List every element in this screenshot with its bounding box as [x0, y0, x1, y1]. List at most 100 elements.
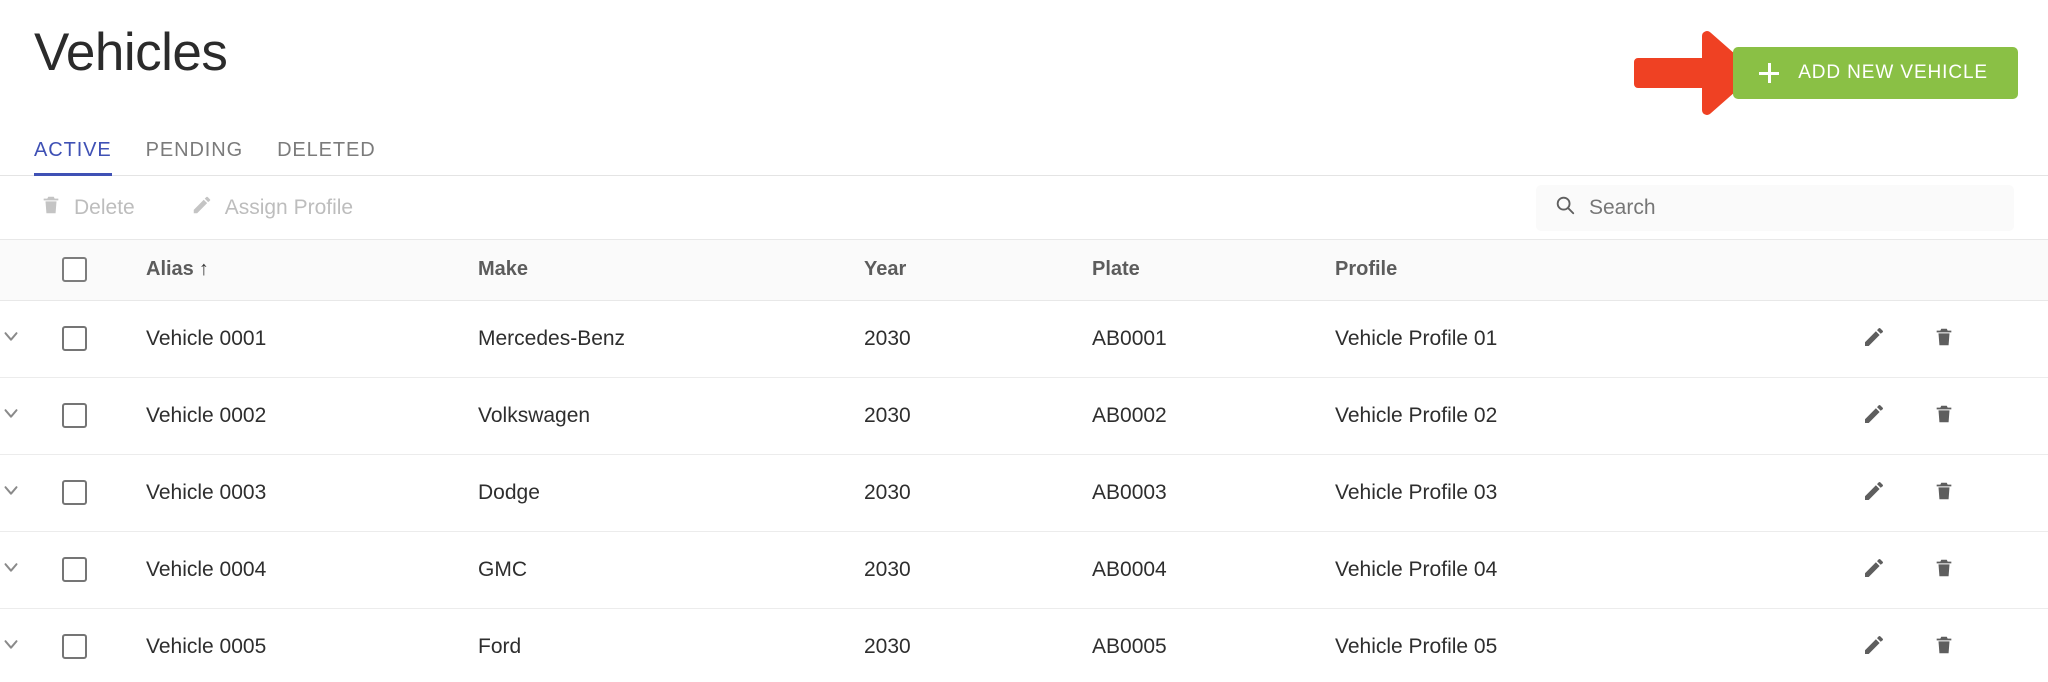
bulk-delete-button[interactable]: Delete — [34, 193, 141, 223]
cell-actions — [1830, 300, 2048, 378]
search-box[interactable] — [1536, 184, 2014, 231]
row-select-cell[interactable] — [62, 608, 146, 682]
header-year-label: Year — [864, 258, 907, 281]
page-header: Vehicles ADD NEW VEHICLE — [0, 0, 2048, 126]
cell-alias: Vehicle 0005 — [146, 608, 478, 682]
header-profile[interactable]: Profile — [1335, 240, 1830, 301]
cell-profile: Vehicle Profile 02 — [1335, 377, 1830, 455]
table-row[interactable]: Vehicle 0001 Mercedes-Benz 2030 AB0001 V… — [0, 300, 2048, 378]
trash-icon — [1933, 479, 1955, 506]
row-edit-button[interactable] — [1860, 478, 1888, 508]
tab-active[interactable]: ACTIVE — [34, 139, 112, 176]
header-expand-spacer — [0, 240, 62, 301]
cell-year: 2030 — [864, 608, 1092, 682]
row-expand-cell[interactable] — [0, 300, 62, 378]
header-select-all-cell — [62, 240, 146, 301]
row-checkbox[interactable] — [62, 557, 87, 582]
bulk-delete-label: Delete — [74, 195, 135, 219]
row-expand-cell[interactable] — [0, 608, 62, 682]
row-checkbox[interactable] — [62, 403, 87, 428]
add-new-vehicle-button[interactable]: ADD NEW VEHICLE — [1733, 47, 2018, 99]
cell-plate: AB0002 — [1092, 377, 1335, 455]
cell-make: Mercedes-Benz — [478, 300, 864, 378]
table-row[interactable]: Vehicle 0004 GMC 2030 AB0004 Vehicle Pro… — [0, 531, 2048, 609]
row-expand-cell[interactable] — [0, 454, 62, 532]
row-select-cell[interactable] — [62, 300, 146, 378]
cell-make: Dodge — [478, 454, 864, 532]
header-alias-label: Alias — [146, 258, 194, 281]
cell-actions — [1830, 608, 2048, 682]
status-tabs: ACTIVE PENDING DELETED — [0, 126, 2048, 176]
cell-make: GMC — [478, 531, 864, 609]
cell-year: 2030 — [864, 454, 1092, 532]
add-vehicle-area: ADD NEW VEHICLE — [1634, 31, 2018, 115]
trash-icon — [40, 193, 62, 223]
table-header-row: Alias ↑ Make Year Plate Profile — [0, 240, 2048, 301]
chevron-down-icon[interactable] — [0, 402, 22, 430]
header-plate[interactable]: Plate — [1092, 240, 1335, 301]
pencil-icon — [1862, 556, 1886, 583]
table-row[interactable]: Vehicle 0003 Dodge 2030 AB0003 Vehicle P… — [0, 454, 2048, 532]
row-delete-button[interactable] — [1930, 401, 1958, 431]
cell-actions — [1830, 531, 2048, 609]
table-row[interactable]: Vehicle 0002 Volkswagen 2030 AB0002 Vehi… — [0, 377, 2048, 455]
assign-profile-button[interactable]: Assign Profile — [185, 193, 359, 223]
cell-actions — [1830, 377, 2048, 455]
row-expand-cell[interactable] — [0, 531, 62, 609]
cell-make: Ford — [478, 608, 864, 682]
cell-profile: Vehicle Profile 01 — [1335, 300, 1830, 378]
cell-plate: AB0004 — [1092, 531, 1335, 609]
row-edit-button[interactable] — [1860, 555, 1888, 585]
chevron-down-icon[interactable] — [0, 633, 22, 661]
pencil-icon — [1862, 402, 1886, 429]
row-select-cell[interactable] — [62, 377, 146, 455]
header-alias[interactable]: Alias ↑ — [146, 240, 478, 301]
tab-active-label: ACTIVE — [34, 139, 112, 161]
chevron-down-icon[interactable] — [0, 556, 22, 584]
row-checkbox[interactable] — [62, 326, 87, 351]
vehicles-table: Alias ↑ Make Year Plate Profile Vehicle … — [0, 240, 2048, 682]
trash-icon — [1933, 633, 1955, 660]
row-expand-cell[interactable] — [0, 377, 62, 455]
header-make[interactable]: Make — [478, 240, 864, 301]
cell-plate: AB0001 — [1092, 300, 1335, 378]
cell-year: 2030 — [864, 300, 1092, 378]
row-delete-button[interactable] — [1930, 632, 1958, 662]
tab-deleted-label: DELETED — [277, 139, 376, 161]
chevron-down-icon[interactable] — [0, 479, 22, 507]
row-delete-button[interactable] — [1930, 555, 1958, 585]
cell-plate: AB0003 — [1092, 454, 1335, 532]
cell-profile: Vehicle Profile 04 — [1335, 531, 1830, 609]
tab-deleted[interactable]: DELETED — [277, 139, 376, 175]
sort-ascending-icon: ↑ — [198, 258, 209, 281]
tab-pending[interactable]: PENDING — [146, 139, 243, 175]
add-new-vehicle-label: ADD NEW VEHICLE — [1798, 62, 1988, 83]
page-title: Vehicles — [34, 23, 228, 82]
trash-icon — [1933, 325, 1955, 352]
row-checkbox[interactable] — [62, 480, 87, 505]
row-edit-button[interactable] — [1860, 324, 1888, 354]
cell-profile: Vehicle Profile 05 — [1335, 608, 1830, 682]
row-edit-button[interactable] — [1860, 632, 1888, 662]
row-select-cell[interactable] — [62, 454, 146, 532]
cell-year: 2030 — [864, 531, 1092, 609]
search-input[interactable] — [1589, 195, 1996, 220]
chevron-down-icon[interactable] — [0, 325, 22, 353]
select-all-checkbox[interactable] — [62, 257, 87, 283]
header-year[interactable]: Year — [864, 240, 1092, 301]
table-row[interactable]: Vehicle 0005 Ford 2030 AB0005 Vehicle Pr… — [0, 608, 2048, 682]
pencil-icon — [1862, 633, 1886, 660]
assign-profile-label: Assign Profile — [224, 195, 354, 219]
cell-year: 2030 — [864, 377, 1092, 455]
row-edit-button[interactable] — [1860, 401, 1888, 431]
row-delete-button[interactable] — [1930, 478, 1958, 508]
row-delete-button[interactable] — [1930, 324, 1958, 354]
header-profile-label: Profile — [1335, 258, 1398, 281]
plus-icon — [1759, 63, 1780, 83]
pencil-icon — [191, 193, 213, 223]
table-body: Vehicle 0001 Mercedes-Benz 2030 AB0001 V… — [0, 300, 2048, 682]
table-header: Alias ↑ Make Year Plate Profile — [0, 240, 2048, 301]
row-select-cell[interactable] — [62, 531, 146, 609]
row-checkbox[interactable] — [62, 634, 87, 659]
table-toolbar: Delete Assign Profile — [0, 176, 2048, 240]
